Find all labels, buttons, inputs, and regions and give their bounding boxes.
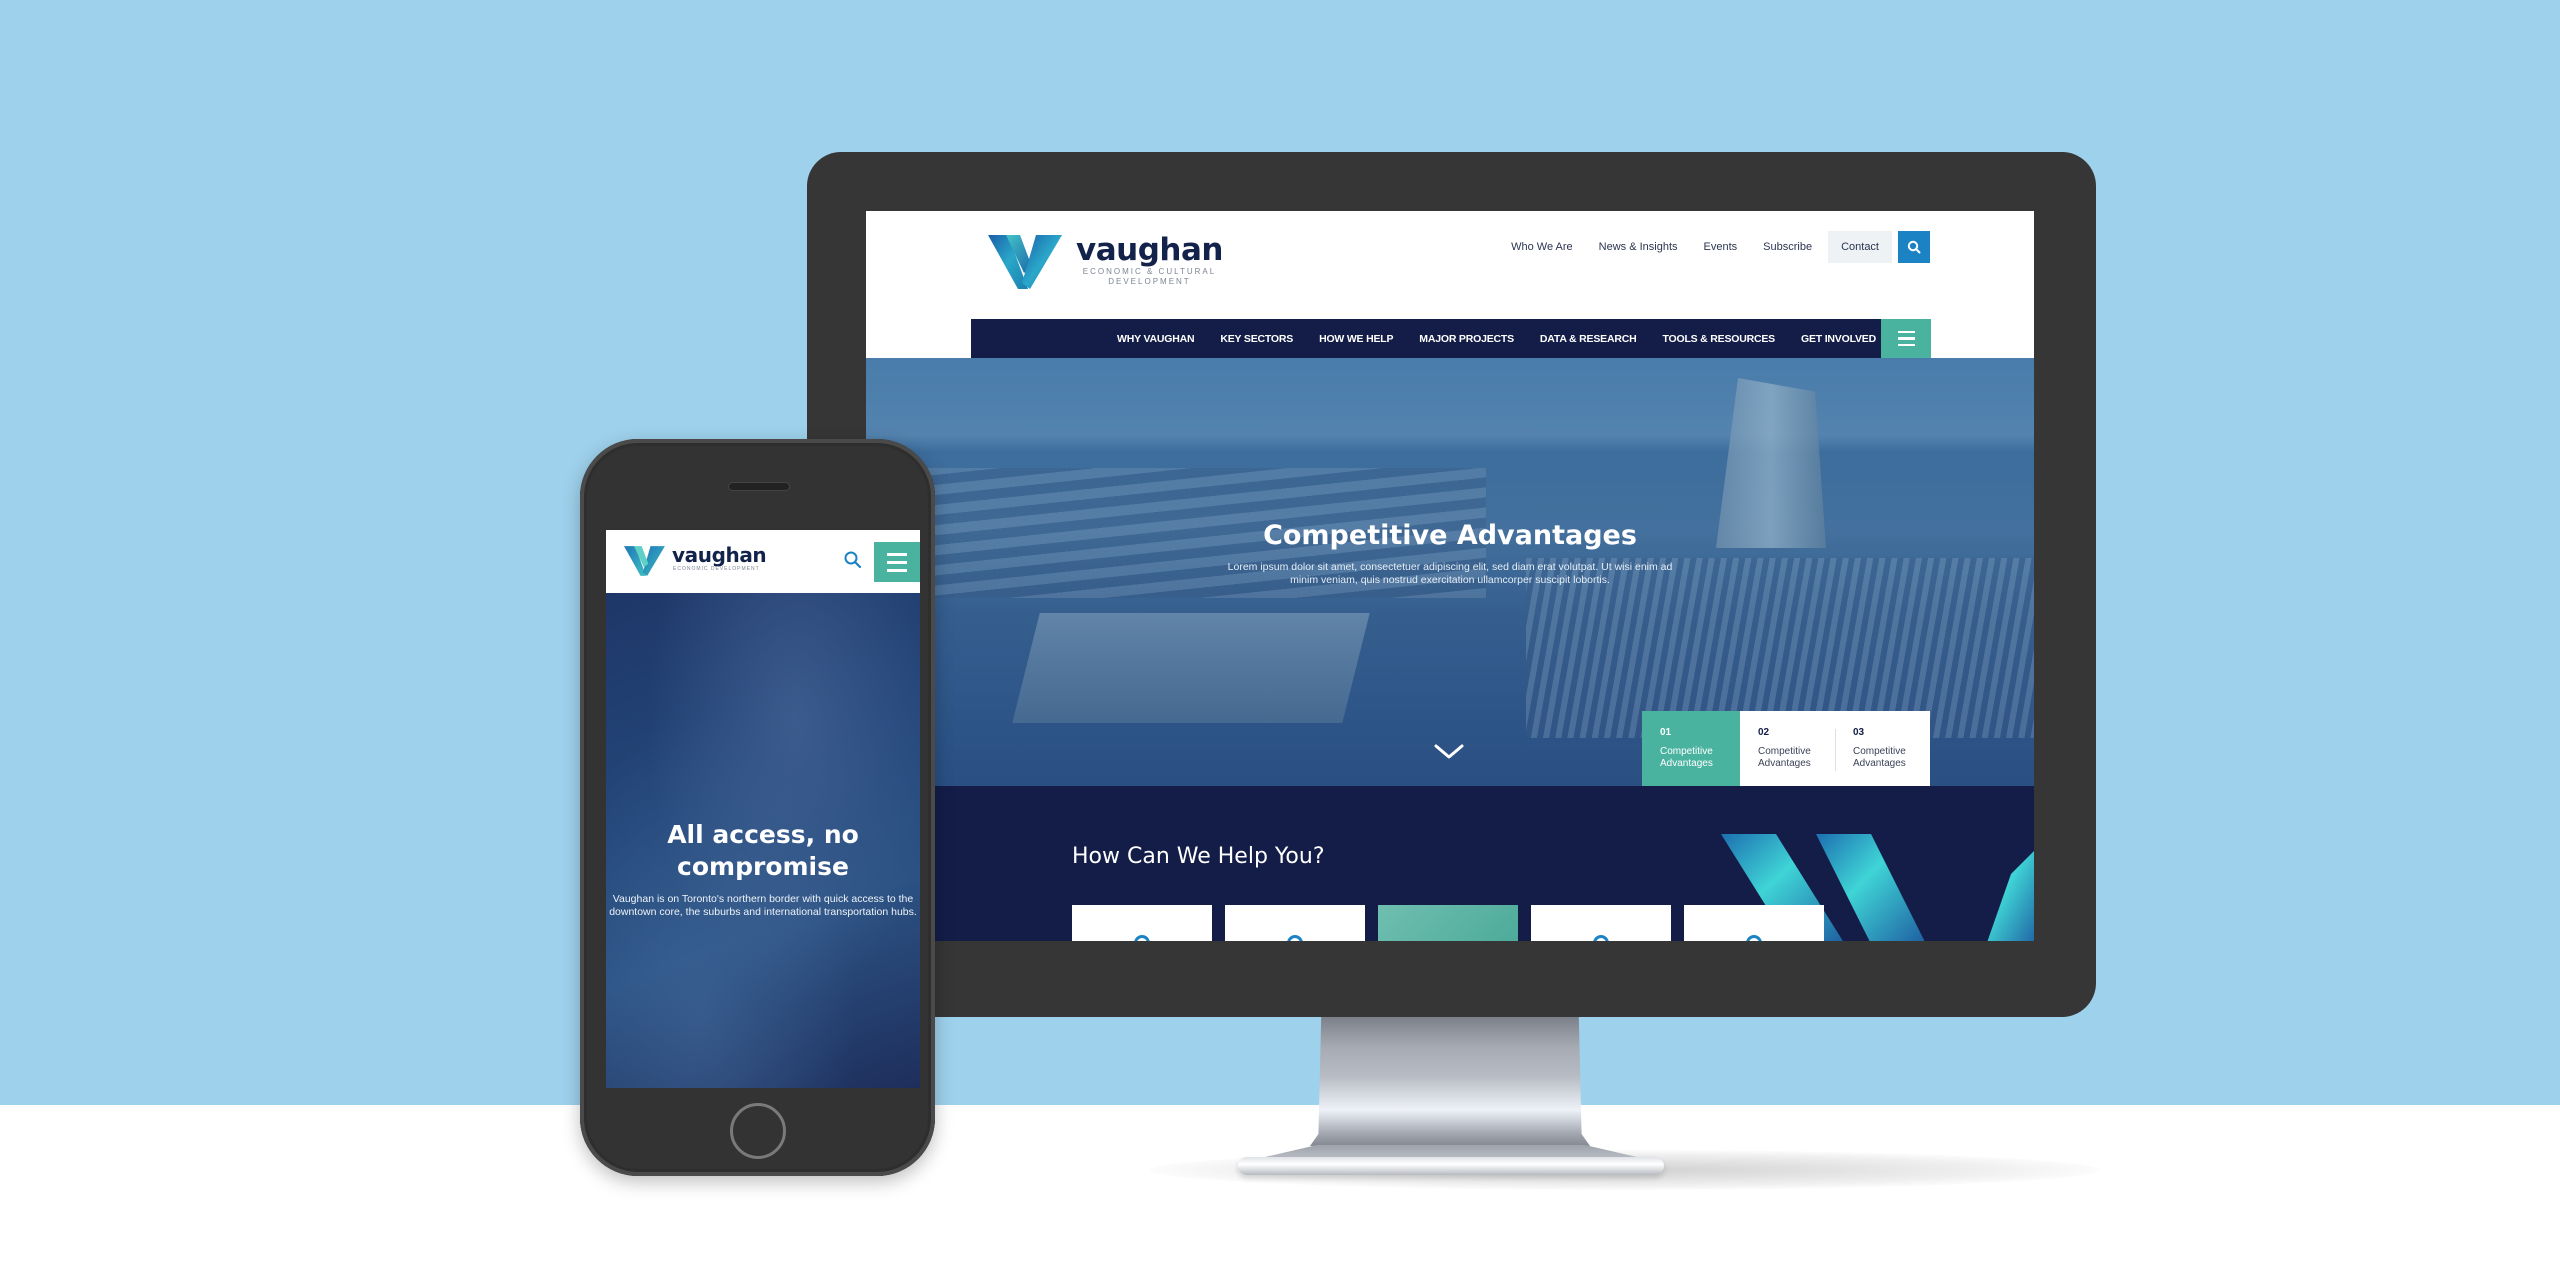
search-icon[interactable] [843, 550, 863, 570]
card-icon [1134, 935, 1150, 941]
hero-tab-02[interactable]: 02 Competitive Advantages [1740, 711, 1835, 786]
hamburger-icon [887, 552, 907, 556]
tab-number: 02 [1757, 727, 1770, 738]
help-section: How Can We Help You? [866, 786, 2034, 941]
hero-section: Competitive Advantages Lorem ipsum dolor… [866, 358, 2034, 786]
desktop-logo[interactable]: vaughan ECONOMIC & CULTURAL DEVELOPMENT [988, 233, 1223, 291]
util-link-news-insights[interactable]: News & Insights [1599, 241, 1678, 253]
nav-why-vaughan[interactable]: WHY VAUGHAN [1117, 333, 1195, 345]
hero-tabs: 01 Competitive Advantages 02 Competitive… [1642, 711, 1930, 786]
tab-label: Competitive Advantages [1757, 746, 1811, 769]
util-link-who-we-are[interactable]: Who We Are [1511, 241, 1573, 253]
hero-image-building [1012, 613, 1370, 723]
nav-tools-resources[interactable]: TOOLS & RESOURCES [1662, 333, 1775, 345]
desktop-header: vaughan ECONOMIC & CULTURAL DEVELOPMENT … [866, 211, 2034, 319]
menu-button[interactable] [874, 542, 920, 582]
search-icon [1907, 240, 1921, 254]
card-icon [1593, 935, 1609, 941]
help-card-4[interactable] [1531, 905, 1671, 941]
util-link-events[interactable]: Events [1704, 241, 1738, 253]
mobile-header: vaughan ECONOMIC DEVELOPMENT [606, 530, 920, 593]
mobile-logo[interactable]: vaughan ECONOMIC DEVELOPMENT [624, 543, 767, 578]
card-icon [1746, 935, 1762, 941]
tab-label: Competitive Advantages [1852, 746, 1906, 769]
help-cards [1072, 905, 1824, 941]
mobile-hero-text: Vaughan is on Toronto's northern border … [609, 893, 917, 918]
help-title: How Can We Help You? [1072, 844, 1325, 869]
chevron-down-icon[interactable] [1434, 743, 1464, 761]
logo-tagline-line1: ECONOMIC & CULTURAL [1082, 267, 1217, 276]
menu-button[interactable] [1881, 319, 1931, 358]
hero-text: Lorem ipsum dolor sit amet, consectetuer… [1227, 561, 1673, 586]
help-card-5[interactable] [1684, 905, 1824, 941]
contact-button[interactable]: Contact [1828, 231, 1892, 263]
help-card-3[interactable] [1378, 905, 1518, 941]
logo-tagline-line2: DEVELOPMENT [1108, 277, 1191, 286]
vaughan-v-logo-icon [988, 235, 1062, 289]
home-button [730, 1103, 786, 1159]
background-floor [0, 1105, 2560, 1280]
mobile-hero-title: All access, no compromise [606, 819, 920, 883]
title-line-2: compromise [677, 852, 849, 881]
tab-number: 01 [1660, 727, 1672, 738]
nav-key-sectors[interactable]: KEY SECTORS [1220, 333, 1293, 345]
card-icon [1287, 935, 1303, 941]
monitor-base [1238, 1157, 1664, 1175]
tab-label: Competitive Advantages [1660, 746, 1713, 769]
nav-how-we-help[interactable]: HOW WE HELP [1319, 333, 1393, 345]
help-card-2[interactable] [1225, 905, 1365, 941]
desktop-screen: vaughan ECONOMIC & CULTURAL DEVELOPMENT … [866, 211, 2034, 941]
monitor-stand [1310, 1017, 1590, 1146]
help-card-1[interactable] [1072, 905, 1212, 941]
search-button[interactable] [1898, 231, 1930, 263]
hamburger-icon [1897, 330, 1915, 334]
mobile-screen: vaughan ECONOMIC DEVELOPMENT All access,… [606, 530, 920, 1088]
mobile-hero: All access, no compromise Vaughan is on … [606, 593, 920, 1088]
title-line-1: All access, no [667, 820, 859, 849]
main-nav: WHY VAUGHAN KEY SECTORS HOW WE HELP MAJO… [971, 319, 1931, 358]
vaughan-v-logo-icon [624, 546, 665, 576]
nav-major-projects[interactable]: MAJOR PROJECTS [1419, 333, 1514, 345]
hero-title: Competitive Advantages [1263, 520, 1637, 551]
hero-tab-03[interactable]: 03 Competitive Advantages [1834, 711, 1930, 786]
logo-wordmark: vaughan [1076, 232, 1223, 268]
phone-device: vaughan ECONOMIC DEVELOPMENT All access,… [580, 439, 935, 1176]
nav-data-research[interactable]: DATA & RESEARCH [1540, 333, 1637, 345]
logo-tagline: ECONOMIC DEVELOPMENT [673, 566, 760, 572]
tab-number: 03 [1852, 727, 1865, 738]
utility-nav: Who We Are News & Insights Events Subscr… [1485, 231, 1930, 263]
phone-speaker [729, 483, 789, 490]
logo-wordmark: vaughan [672, 543, 767, 567]
hero-tab-01[interactable]: 01 Competitive Advantages [1642, 711, 1740, 786]
nav-get-involved[interactable]: GET INVOLVED [1801, 333, 1876, 345]
util-link-subscribe[interactable]: Subscribe [1763, 241, 1812, 253]
